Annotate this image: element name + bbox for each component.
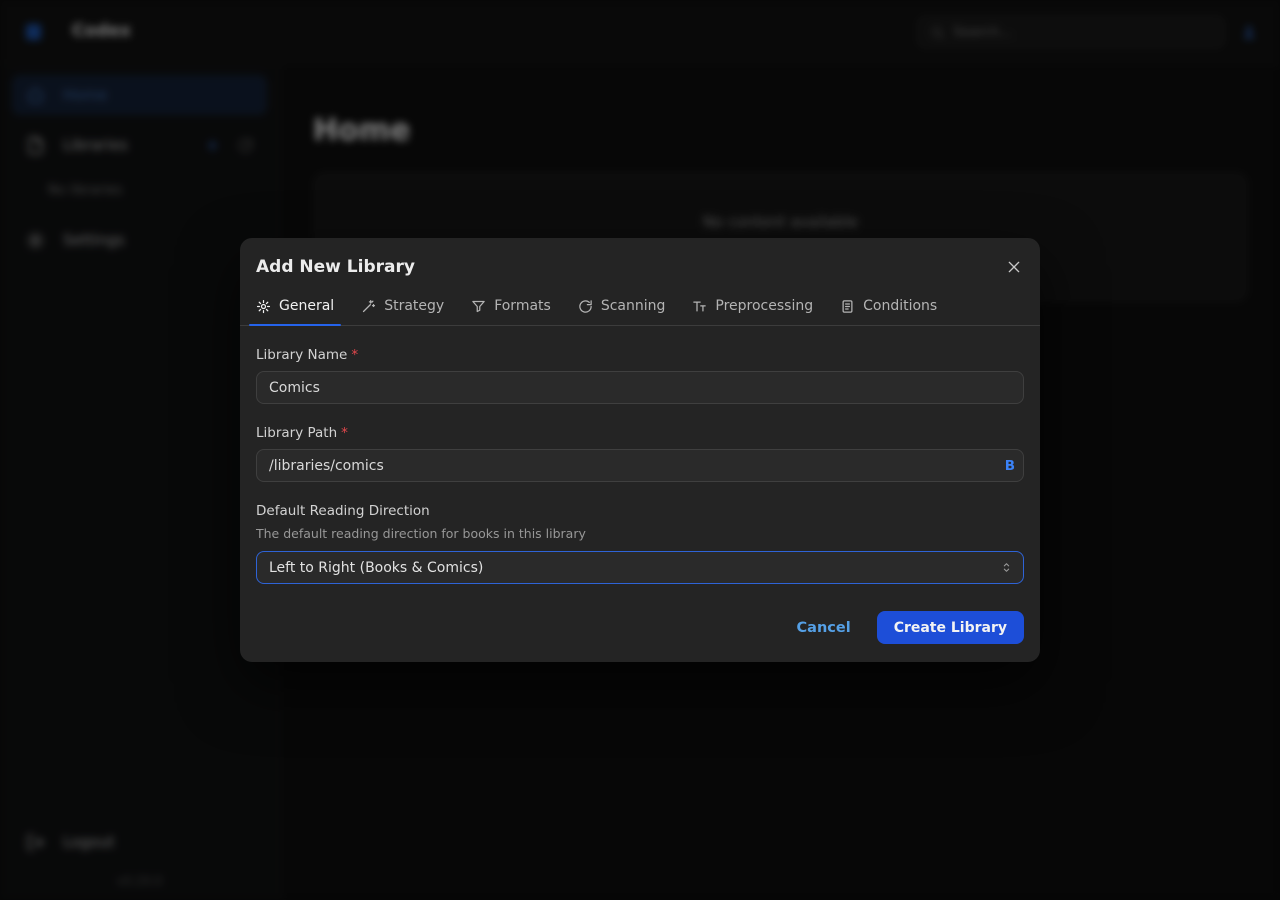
- add-library-modal: Add New Library General Strategy Formats: [240, 238, 1040, 662]
- tab-scanning[interactable]: Scanning: [578, 290, 666, 325]
- required-marker: *: [351, 347, 358, 363]
- tab-conditions[interactable]: Conditions: [840, 290, 937, 325]
- library-path-input[interactable]: [256, 449, 1024, 482]
- browse-button[interactable]: B: [1005, 458, 1015, 474]
- tab-label: Preprocessing: [715, 298, 813, 314]
- tab-preprocessing[interactable]: Preprocessing: [692, 290, 813, 325]
- wand-icon: [361, 299, 376, 314]
- modal-tabs: General Strategy Formats Scanning Prepro…: [240, 290, 1040, 326]
- tab-label: Strategy: [384, 298, 444, 314]
- reading-direction-select[interactable]: Left to Right (Books & Comics): [256, 551, 1024, 584]
- modal-footer: Cancel Create Library: [240, 584, 1040, 644]
- text-size-icon: [692, 299, 707, 314]
- filter-icon: [471, 299, 486, 314]
- library-name-label: Library Name*: [256, 347, 1024, 363]
- selected-option: Left to Right (Books & Comics): [269, 560, 483, 576]
- modal-body: Library Name* Library Path* B Default Re…: [240, 347, 1040, 584]
- tab-general[interactable]: General: [256, 290, 334, 325]
- chevron-up-down-icon: [1000, 561, 1013, 574]
- close-icon: [1006, 259, 1022, 275]
- tab-label: Conditions: [863, 298, 937, 314]
- tab-label: General: [279, 298, 334, 314]
- library-name-input[interactable]: [256, 371, 1024, 404]
- gear-icon: [256, 299, 271, 314]
- cancel-button[interactable]: Cancel: [797, 620, 851, 636]
- tab-formats[interactable]: Formats: [471, 290, 551, 325]
- modal-title: Add New Library: [256, 257, 415, 277]
- reading-direction-help: The default reading direction for books …: [256, 526, 1024, 541]
- close-button[interactable]: [1004, 257, 1024, 277]
- required-marker: *: [341, 425, 348, 441]
- tab-strategy[interactable]: Strategy: [361, 290, 444, 325]
- refresh-icon: [578, 299, 593, 314]
- modal-header: Add New Library: [240, 238, 1040, 277]
- clipboard-icon: [840, 299, 855, 314]
- create-library-button[interactable]: Create Library: [877, 611, 1024, 644]
- tab-label: Scanning: [601, 298, 666, 314]
- library-path-label: Library Path*: [256, 425, 1024, 441]
- tab-label: Formats: [494, 298, 551, 314]
- reading-direction-label: Default Reading Direction: [256, 503, 1024, 519]
